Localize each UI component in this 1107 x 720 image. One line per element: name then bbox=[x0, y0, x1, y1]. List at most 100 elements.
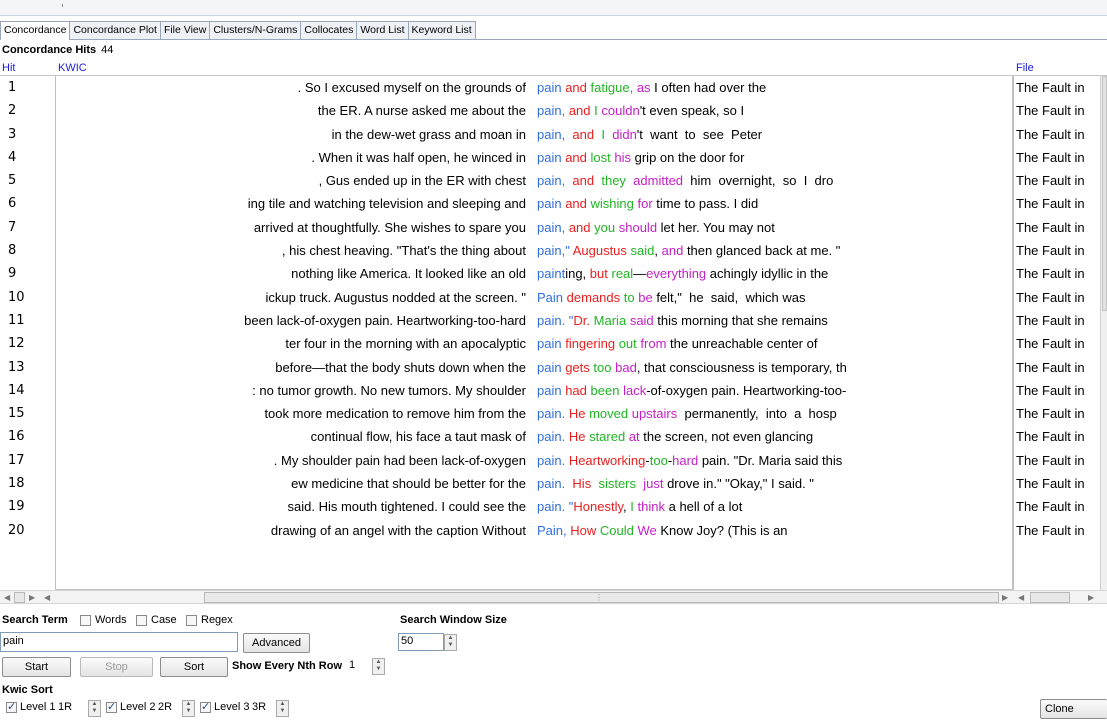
kwic-scroll-thumb[interactable]: ⋮ bbox=[204, 592, 999, 603]
level-1-value[interactable]: 1R bbox=[58, 701, 72, 713]
search-input[interactable]: pain bbox=[0, 632, 238, 652]
table-row[interactable]: 20 drawing of an angel with the caption W… bbox=[0, 519, 1100, 542]
horizontal-scrollbar[interactable]: ◀ ▶ ◀ ⋮ ▶ ◀ ▶ bbox=[0, 590, 1107, 604]
hits-count: 44 bbox=[101, 44, 114, 56]
table-row[interactable]: 11 been lack-of-oxygen pain. Heartworking… bbox=[0, 309, 1100, 332]
level-2-value[interactable]: 2R bbox=[158, 701, 172, 713]
table-row[interactable]: 15 took more medication to remove him fro… bbox=[0, 402, 1100, 425]
regex-checkbox[interactable] bbox=[186, 615, 197, 626]
start-button[interactable]: Start bbox=[2, 657, 71, 677]
kwic-scroll-left-icon[interactable]: ◀ bbox=[44, 592, 50, 603]
kwic-left-context: before—that the body shuts down when the bbox=[275, 359, 526, 375]
grip-icon: ⋮ bbox=[595, 593, 603, 602]
table-row[interactable]: 8 , his chest heaving. "That's the thing … bbox=[0, 239, 1100, 262]
clone-result-button[interactable]: Clone Result bbox=[1040, 699, 1107, 719]
tab-concordance-plot[interactable]: Concordance Plot bbox=[69, 21, 161, 39]
vertical-scrollbar[interactable] bbox=[1100, 76, 1107, 590]
table-row[interactable]: 12 ter four in the morning with an apocal… bbox=[0, 332, 1100, 355]
level-2-checkbox[interactable] bbox=[106, 700, 117, 713]
kwic-token: pain. "Dr. Maria said this bbox=[698, 452, 843, 468]
case-checkbox[interactable] bbox=[136, 615, 147, 626]
search-window-spinner[interactable]: ▲ ▼ bbox=[444, 634, 457, 651]
kwic-scroll-right-icon[interactable]: ▶ bbox=[1002, 592, 1008, 603]
tab-clusters-ngrams[interactable]: Clusters/N-Grams bbox=[209, 21, 302, 39]
table-row[interactable]: 1 . So I excused myself on the grounds of… bbox=[0, 76, 1100, 99]
stop-button[interactable]: Stop bbox=[80, 657, 153, 677]
kwic-token: at bbox=[628, 429, 640, 445]
kwic-keyword-and-right-context: pain and lost his grip on the door for bbox=[537, 146, 744, 169]
tab-bar: Concordance Concordance Plot File View C… bbox=[0, 21, 1107, 40]
column-header-file[interactable]: File bbox=[1016, 62, 1034, 74]
top-bar bbox=[0, 0, 1107, 16]
kwic-token: moved bbox=[589, 406, 629, 422]
table-row[interactable]: 13 before—that the body shuts down when t… bbox=[0, 356, 1100, 379]
tab-collocates[interactable]: Collocates bbox=[300, 21, 358, 39]
kwic-token: . bbox=[561, 452, 569, 468]
kwic-keyword-and-right-context: pain. His sisters just drove in." "Okay,… bbox=[537, 472, 814, 495]
table-row[interactable]: 19 said. His mouth tightened. I could see… bbox=[0, 495, 1100, 518]
kwic-token: and bbox=[568, 103, 591, 119]
kwic-token: think bbox=[637, 499, 665, 515]
level-2-spinner[interactable]: ▲ ▼ bbox=[182, 700, 195, 717]
table-row[interactable]: 16 continual flow, his face a taut mask o… bbox=[0, 425, 1100, 448]
kwic-token: pain bbox=[537, 173, 562, 189]
table-row[interactable]: 14: no tumor growth. No new tumors. My s… bbox=[0, 379, 1100, 402]
table-row[interactable]: 17 . My shoulder pain had been lack-of-ox… bbox=[0, 449, 1100, 472]
hit-scroll-thumb[interactable] bbox=[14, 592, 25, 603]
scroll-left-icon[interactable]: ◀ bbox=[4, 592, 10, 603]
kwic-token: said bbox=[629, 312, 654, 328]
hit-number: 1 bbox=[8, 80, 17, 95]
kwic-token: as bbox=[636, 80, 651, 95]
kwic-token: gets bbox=[565, 359, 590, 375]
sort-button[interactable]: Sort bbox=[160, 657, 228, 677]
file-scroll-left-icon[interactable]: ◀ bbox=[1018, 592, 1024, 603]
kwic-left-context: ter four in the morning with an apocalyp… bbox=[285, 336, 526, 352]
kwic-token: pain bbox=[537, 406, 562, 422]
table-row[interactable]: 2 the ER. A nurse asked me about the pain,… bbox=[0, 99, 1100, 122]
kwic-token: . bbox=[561, 476, 573, 492]
tab-file-view[interactable]: File View bbox=[159, 21, 211, 39]
kwic-token: and bbox=[568, 219, 591, 235]
file-scroll-right-icon[interactable]: ▶ bbox=[1088, 592, 1094, 603]
level-3-checkbox[interactable] bbox=[200, 700, 211, 713]
tab-keyword-list[interactable]: Keyword List bbox=[407, 21, 476, 39]
column-header-hit[interactable]: Hit bbox=[2, 62, 15, 74]
level-3-value[interactable]: 3R bbox=[252, 701, 266, 713]
kwic-keyword-and-right-context: pain, and I couldn't even speak, so I bbox=[537, 99, 744, 122]
tab-word-list[interactable]: Word List bbox=[356, 21, 409, 39]
table-row[interactable]: 18 ew medicine that should be better for … bbox=[0, 472, 1100, 495]
search-term-label: Search Term bbox=[2, 614, 68, 626]
scroll-right-icon[interactable]: ▶ bbox=[29, 592, 35, 603]
kwic-left-context: . My shoulder pain had been lack-of-oxyg… bbox=[273, 452, 526, 468]
file-name: The Fault in bbox=[1016, 499, 1085, 515]
kwic-token: him overnight, so I dro bbox=[683, 173, 834, 189]
file-scroll-thumb[interactable] bbox=[1030, 592, 1070, 603]
kwic-token: He bbox=[568, 406, 586, 422]
table-row[interactable]: 5 , Gus ended up in the ER with chest pain… bbox=[0, 169, 1100, 192]
search-window-size-field[interactable]: 50 bbox=[398, 633, 444, 651]
words-checkbox[interactable] bbox=[80, 615, 91, 626]
kwic-token: paint bbox=[537, 266, 566, 282]
table-row[interactable]: 7 arrived at thoughtfully. She wishes to … bbox=[0, 216, 1100, 239]
advanced-button[interactable]: Advanced bbox=[243, 633, 310, 653]
column-header-kwic[interactable]: KWIC bbox=[58, 62, 87, 74]
level-3-spinner[interactable]: ▲ ▼ bbox=[276, 700, 289, 717]
kwic-keyword-and-right-context: pain, and they admitted him overnight, s… bbox=[537, 169, 833, 192]
hit-number: 18 bbox=[8, 476, 25, 492]
kwic-token: fatigue bbox=[590, 80, 630, 95]
level-1-spinner[interactable]: ▲ ▼ bbox=[88, 700, 101, 717]
kwic-token: Pain bbox=[537, 289, 564, 305]
vertical-scroll-thumb[interactable] bbox=[1102, 76, 1107, 311]
nth-row-field[interactable]: 1 bbox=[346, 657, 370, 675]
tab-concordance[interactable]: Concordance bbox=[0, 21, 71, 40]
table-row[interactable]: 6 ing tile and watching television and sl… bbox=[0, 192, 1100, 215]
level-1-checkbox[interactable] bbox=[6, 700, 17, 713]
table-row[interactable]: 3 in the dew-wet grass and moan in pain, a… bbox=[0, 123, 1100, 146]
kwic-token: didn bbox=[612, 126, 637, 142]
table-row[interactable]: 10 ickup truck. Augustus nodded at the sc… bbox=[0, 286, 1100, 309]
table-row[interactable]: 9 nothing like America. It looked like an… bbox=[0, 262, 1100, 285]
nth-row-spinner[interactable]: ▲ ▼ bbox=[372, 658, 385, 675]
table-row[interactable]: 4 . When it was half open, he winced in pa… bbox=[0, 146, 1100, 169]
file-name: The Fault in bbox=[1016, 476, 1085, 492]
kwic-token: pain bbox=[537, 336, 562, 352]
